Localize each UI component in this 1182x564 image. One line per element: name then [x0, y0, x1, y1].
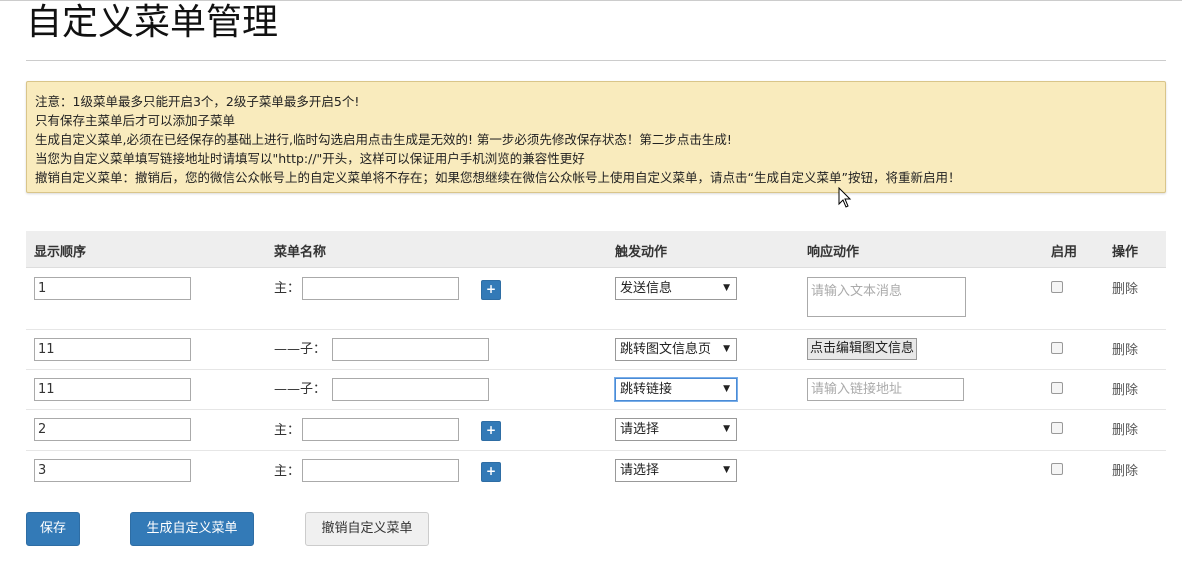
enable-checkbox[interactable] — [1051, 422, 1063, 434]
menu-level-label: 主： — [274, 423, 301, 438]
chevron-down-icon: ▼ — [723, 384, 730, 394]
trigger-select[interactable]: 发送信息 ▼ — [615, 277, 737, 300]
table-row: 主： + 请选择▼ 删除 — [26, 410, 1166, 451]
menu-name-input[interactable] — [302, 459, 459, 482]
menu-name-input[interactable] — [302, 277, 459, 300]
save-button[interactable]: 保存 — [26, 512, 80, 546]
chevron-down-icon: ▼ — [723, 465, 730, 475]
table-row: ——子： 跳转图文信息页▼ 点击编辑图文信息 删除 — [26, 330, 1166, 370]
header-order: 显示顺序 — [34, 245, 87, 260]
notice-line: 当您为自定义菜单填写链接地址时请填写以"http://"开头，这样可以保证用户手… — [35, 151, 585, 166]
add-submenu-button[interactable]: + — [481, 280, 501, 300]
table-row: 主： + 发送信息▼ 删除 — [26, 268, 1166, 330]
generate-menu-button[interactable]: 生成自定义菜单 — [130, 512, 254, 546]
header-name: 菜单名称 — [274, 245, 327, 260]
page-title: 自定义菜单管理 — [26, 2, 279, 43]
delete-link[interactable]: 删除 — [1112, 379, 1138, 398]
menu-level-label: ——子： — [274, 342, 327, 357]
revoke-menu-button[interactable]: 撤销自定义菜单 — [305, 512, 429, 546]
add-submenu-button[interactable]: + — [481, 421, 501, 441]
delete-link[interactable]: 删除 — [1112, 419, 1138, 438]
notice-line: 只有保存主菜单后才可以添加子菜单 — [35, 113, 236, 128]
menu-table: 显示顺序 菜单名称 触发动作 响应动作 启用 操作 主： + 发送信息▼ 删除 … — [26, 231, 1166, 491]
response-textarea[interactable] — [807, 277, 966, 317]
trigger-select[interactable]: 跳转图文信息页 ▼ — [615, 338, 737, 361]
link-url-input[interactable] — [807, 378, 964, 401]
table-row: ——子： 跳转链接▼ 删除 — [26, 370, 1166, 410]
edit-news-button[interactable]: 点击编辑图文信息 — [807, 338, 918, 360]
notice-line: 撤销自定义菜单：撤销后，您的微信公众帐号上的自定义菜单将不存在；如果您想继续在微… — [35, 170, 961, 185]
header-enabled: 启用 — [1051, 245, 1078, 260]
menu-level-label: 主： — [274, 464, 301, 479]
delete-link[interactable]: 删除 — [1112, 278, 1138, 297]
delete-link[interactable]: 删除 — [1112, 460, 1138, 479]
notice-line: 注意：1级菜单最多只能开启3个，2级子菜单最多开启5个! — [35, 94, 360, 109]
mouse-cursor-icon — [838, 187, 852, 208]
order-input[interactable] — [34, 378, 191, 401]
delete-link[interactable]: 删除 — [1112, 339, 1138, 358]
order-input[interactable] — [34, 277, 191, 300]
header-response: 响应动作 — [807, 245, 860, 260]
enable-checkbox[interactable] — [1051, 382, 1063, 394]
order-input[interactable] — [34, 418, 191, 441]
notice-line: 生成自定义菜单,必须在已经保存的基础上进行,临时勾选启用点击生成是无效的! 第一… — [35, 132, 732, 147]
enable-checkbox[interactable] — [1051, 342, 1063, 354]
trigger-select[interactable]: 跳转链接 ▼ — [615, 378, 737, 401]
chevron-down-icon: ▼ — [723, 283, 730, 293]
header-trigger: 触发动作 — [615, 245, 668, 260]
add-submenu-button[interactable]: + — [481, 462, 501, 482]
title-divider — [26, 60, 1166, 61]
table-row: 主： + 请选择▼ 删除 — [26, 451, 1166, 491]
menu-name-input[interactable] — [332, 338, 489, 361]
enable-checkbox[interactable] — [1051, 281, 1063, 293]
menu-level-label: ——子： — [274, 382, 327, 397]
chevron-down-icon: ▼ — [723, 344, 730, 354]
menu-level-label: 主： — [274, 281, 301, 296]
enable-checkbox[interactable] — [1051, 463, 1063, 475]
order-input[interactable] — [34, 459, 191, 482]
menu-name-input[interactable] — [332, 378, 489, 401]
menu-name-input[interactable] — [302, 418, 459, 441]
order-input[interactable] — [34, 338, 191, 361]
trigger-select[interactable]: 请选择 ▼ — [615, 459, 737, 482]
notice-box: 注意：1级菜单最多只能开启3个，2级子菜单最多开启5个! 只有保存主菜单后才可以… — [26, 81, 1166, 193]
trigger-select[interactable]: 请选择 ▼ — [615, 418, 737, 441]
header-ops: 操作 — [1112, 245, 1139, 260]
table-header: 显示顺序 菜单名称 触发动作 响应动作 启用 操作 — [26, 231, 1166, 268]
chevron-down-icon: ▼ — [723, 424, 730, 434]
